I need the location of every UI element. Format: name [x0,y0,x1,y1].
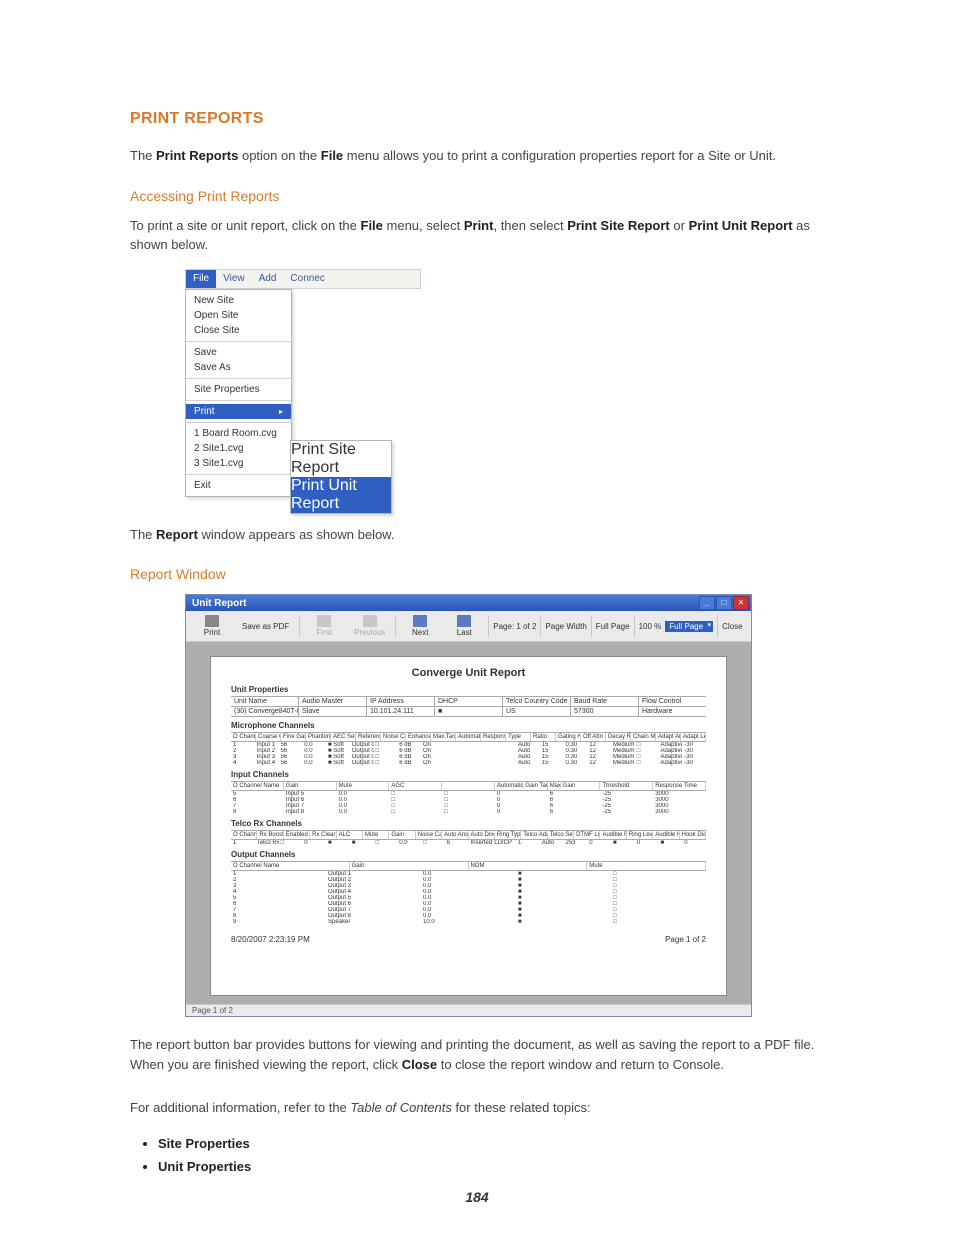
menu-add[interactable]: Add [252,273,284,284]
next-page-button[interactable]: Next [400,613,440,639]
input-channels-label: Input Channels [231,770,706,779]
full-page-button[interactable]: Full Page [596,622,630,631]
menu-save-as[interactable]: Save As [186,360,291,375]
report-footer-page: Page 1 of 2 [665,935,706,944]
output-table: O Channel NameGainNOMMute1Output 10.0■□2… [231,861,706,925]
menu-recent-1[interactable]: 1 Board Room.cvg [186,426,291,441]
t: Print [464,218,494,233]
menu-site-properties[interactable]: Site Properties [186,382,291,397]
t: or [670,218,689,233]
menu-close-site[interactable]: Close Site [186,323,291,338]
t: To print a site or unit report, click on… [130,218,361,233]
telco-table: O Channel NameRx BoostEnabled BoostRx Cl… [231,830,706,846]
menu-recent-2[interactable]: 2 Site1.cvg [186,441,291,456]
t: For additional information, refer to the [130,1100,350,1115]
footer-paragraph: The report button bar provides buttons f… [130,1035,834,1074]
report-page: Converge Unit Report Unit Properties Uni… [210,656,727,996]
maximize-icon[interactable]: □ [716,596,732,610]
intro-paragraph: The Print Reports option on the File men… [130,146,834,166]
t: window appears as shown below. [198,527,395,542]
file-dropdown: New Site Open Site Close Site Save Save … [185,289,292,497]
heading-report-window: Report Window [130,566,834,582]
t: , then select [493,218,567,233]
report-toolbar: Print Save as PDF First Previous Next La… [186,611,751,642]
page-info: Page: 1 of 2 [493,622,536,631]
menu-new-site[interactable]: New Site [186,293,291,308]
menu-save[interactable]: Save [186,345,291,360]
t: File [361,218,383,233]
t: The [130,527,156,542]
access-paragraph: To print a site or unit report, click on… [130,216,834,255]
page-number: 184 [0,1189,954,1205]
close-button[interactable]: Close [722,622,742,631]
menu-print-site-report[interactable]: Print Site Report [291,441,391,477]
t: menu allows you to print a configuration… [343,148,776,163]
page-title: PRINT REPORTS [130,110,834,128]
more-info-paragraph: For additional information, refer to the… [130,1098,834,1118]
menu-exit[interactable]: Exit [186,478,291,493]
menu-recent-3[interactable]: 3 Site1.cvg [186,456,291,471]
mic-table: O Channel NameCoarse GainFine GainPhanto… [231,732,706,766]
zoom-label: 100 % [639,622,662,631]
unit-properties-label: Unit Properties [231,685,706,694]
t: Next [412,628,428,637]
menu-view[interactable]: View [216,273,252,284]
t: Report [156,527,198,542]
status-bar: Page 1 of 2 [186,1004,751,1016]
print-button[interactable]: Print [192,613,232,639]
output-channels-label: Output Channels [231,850,706,859]
list-item: Unit Properties [158,1155,834,1178]
print-submenu: Print Site Report Print Unit Report [290,440,392,514]
prev-page-button[interactable]: Previous [348,613,391,639]
t: Print [194,406,215,417]
menu-print[interactable]: Print ▸ [186,404,291,419]
last-page-button[interactable]: Last [444,613,484,639]
t: Save as PDF [242,622,289,631]
menu-connect[interactable]: Connec [283,273,331,284]
t: Table of Contents [350,1100,451,1115]
file-menu-screenshot: File View Add Connec New Site Open Site … [185,269,421,497]
first-page-button[interactable]: First [304,613,344,639]
menubar: File View Add Connec [185,269,421,289]
report-footer-date: 8/20/2007 2:23:19 PM [231,935,310,944]
unit-val-row: (30) Converge840T-03Slave10.101.24.111■U… [231,707,706,717]
zoom-select[interactable]: Full Page [665,621,713,632]
chevron-right-icon: ▸ [279,407,283,416]
telco-rx-label: Telco Rx Channels [231,819,706,828]
t: Print Site Report [567,218,670,233]
t: Previous [354,628,385,637]
input-table: O Channel NameGainMuteAGCAutomatic Gain … [231,781,706,815]
unit-head-row: Unit NameAudio MasterIP AddressDHCPTelco… [231,696,706,707]
t: option on the [238,148,320,163]
t: File [321,148,343,163]
window-title: Unit Report [192,598,246,609]
save-pdf-button[interactable]: Save as PDF [236,620,295,633]
t: First [316,628,332,637]
report-intro: The Report window appears as shown below… [130,525,834,545]
t: Last [457,628,472,637]
report-title: Converge Unit Report [231,667,706,679]
t: Print Reports [156,148,238,163]
t: Print [204,628,220,637]
t: Close [402,1057,437,1072]
t: for these related topics: [452,1100,591,1115]
menu-file[interactable]: File [186,270,216,288]
window-title-bar: Unit Report _ □ × [186,595,751,611]
t: The [130,148,156,163]
list-item: Site Properties [158,1132,834,1155]
page-width-button[interactable]: Page Width [545,622,586,631]
t: to close the report window and return to… [437,1057,724,1072]
close-icon[interactable]: × [733,596,749,610]
related-topics-list: Site Properties Unit Properties [158,1132,834,1179]
mic-channels-label: Microphone Channels [231,721,706,730]
menu-open-site[interactable]: Open Site [186,308,291,323]
t: menu, select [383,218,464,233]
report-window-screenshot: Unit Report _ □ × Print Save as PDF Firs… [185,594,752,1017]
heading-accessing: Accessing Print Reports [130,188,834,204]
minimize-icon[interactable]: _ [699,596,715,610]
t: Print Unit Report [689,218,793,233]
menu-print-unit-report[interactable]: Print Unit Report [291,477,391,513]
